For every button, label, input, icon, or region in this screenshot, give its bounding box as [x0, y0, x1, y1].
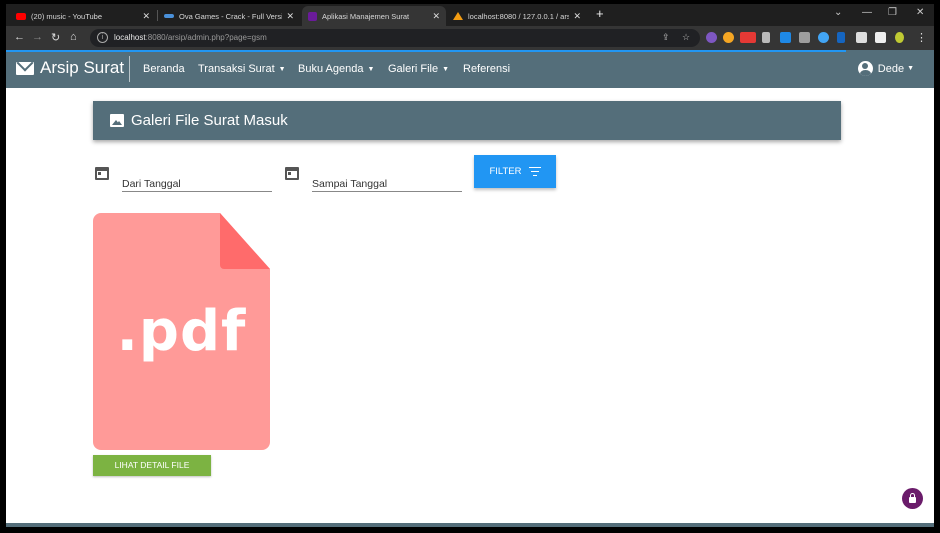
brand[interactable]: Arsip Surat — [16, 58, 124, 78]
extension-icon[interactable] — [740, 32, 756, 43]
close-tab-icon[interactable]: ✕ — [573, 11, 581, 22]
page-title: Galeri File Surat Masuk — [131, 112, 288, 129]
tab-title: (20) music - YouTube — [31, 11, 103, 21]
brand-divider — [129, 56, 130, 82]
caret-down-icon: ▼ — [442, 66, 450, 73]
user-menu[interactable]: Dede ▼ — [857, 61, 914, 76]
tab-title: Aplikasi Manajemen Surat — [322, 11, 410, 21]
kebab-menu-icon[interactable]: ⋮ — [916, 31, 927, 44]
phpmyadmin-icon — [453, 12, 463, 20]
extension-icon[interactable] — [780, 32, 791, 43]
caret-down-icon: ▼ — [907, 65, 914, 72]
minimize-button[interactable]: — — [862, 7, 872, 18]
floating-lock-button[interactable] — [902, 488, 923, 509]
pdf-page-fold — [220, 213, 270, 269]
share-icon[interactable]: ⇪ — [662, 32, 670, 43]
file-extension-label: .pdf — [116, 299, 247, 364]
url-text[interactable]: localhost:8080/arsip/admin.php?page=gsm — [114, 33, 267, 42]
address-bar[interactable]: i localhost:8080/arsip/admin.php?page=gs… — [90, 29, 700, 47]
tab-youtube[interactable]: (20) music - YouTube ✕ — [10, 6, 156, 26]
calendar-icon — [285, 167, 299, 180]
address-toolbar: ← → ↻ ⌂ i localhost:8080/arsip/admin.php… — [6, 26, 934, 50]
filter-label: FILTER — [489, 166, 522, 177]
close-window-button[interactable]: ✕ — [916, 7, 924, 18]
filter-button[interactable]: FILTER — [474, 155, 556, 188]
new-tab-button[interactable]: + — [596, 6, 604, 21]
extension-icon[interactable] — [706, 32, 717, 43]
image-icon — [110, 114, 124, 127]
menu-transaksi-surat[interactable]: Transaksi Surat ▼ — [198, 63, 286, 75]
footer-bar — [6, 523, 934, 527]
shield-extension-icon[interactable] — [837, 32, 845, 43]
app-favicon-icon — [308, 11, 317, 21]
close-tab-icon[interactable]: ✕ — [432, 11, 440, 22]
sidepanel-icon[interactable] — [875, 32, 886, 43]
extension-icon[interactable] — [799, 32, 810, 43]
reload-icon[interactable]: ↻ — [51, 31, 60, 44]
account-circle-icon — [857, 61, 873, 76]
lock-icon — [909, 493, 916, 503]
loading-progress-line — [6, 50, 846, 52]
menu-beranda[interactable]: Beranda — [143, 63, 185, 75]
menu-referensi[interactable]: Referensi — [463, 63, 510, 75]
tab-phpmyadmin[interactable]: localhost:8080 / 127.0.0.1 / arsip ✕ — [447, 6, 587, 26]
page-header: Galeri File Surat Masuk — [93, 101, 841, 140]
tab-strip: (20) music - YouTube ✕ Ova Games - Crack… — [6, 4, 934, 26]
back-arrow-icon[interactable]: ← — [14, 31, 25, 43]
tab-aplikasi-manajemen-surat[interactable]: Aplikasi Manajemen Surat ✕ — [302, 6, 446, 26]
ova-games-icon — [164, 14, 174, 18]
bookmark-star-icon[interactable]: ☆ — [682, 32, 690, 43]
from-date-field — [95, 164, 272, 192]
from-date-input[interactable] — [122, 172, 272, 192]
close-tab-icon[interactable]: ✕ — [142, 11, 150, 22]
youtube-icon — [16, 12, 26, 20]
to-date-field — [285, 164, 462, 192]
forward-arrow-icon[interactable]: → — [32, 31, 43, 43]
link-extension-icon[interactable] — [818, 32, 829, 43]
home-icon[interactable]: ⌂ — [70, 31, 77, 43]
profile-icon[interactable] — [895, 32, 904, 43]
filter-icon — [528, 166, 541, 178]
tab-title: Ova Games - Crack - Full Version — [179, 11, 283, 21]
puzzle-icon[interactable] — [856, 32, 867, 43]
extension-icon[interactable] — [762, 32, 770, 43]
tab-title: localhost:8080 / 127.0.0.1 / arsip — [468, 11, 570, 21]
menu-label: Transaksi Surat — [198, 63, 275, 75]
pdf-file-icon[interactable]: .pdf — [93, 213, 270, 450]
mail-icon — [16, 61, 34, 75]
menu-galeri-file[interactable]: Galeri File ▼ — [388, 63, 449, 75]
user-name: Dede — [877, 62, 905, 75]
caret-down-icon: ▼ — [278, 66, 286, 73]
close-tab-icon[interactable]: ✕ — [286, 11, 294, 22]
brand-title: Arsip Surat — [40, 58, 125, 77]
tab-ova-games[interactable]: Ova Games - Crack - Full Version ✕ — [158, 6, 300, 26]
app-navbar: Arsip Surat Beranda Transaksi Surat ▼ Buk… — [6, 50, 934, 88]
caret-down-icon: ▼ — [367, 66, 375, 73]
menu-label: Galeri File — [388, 63, 439, 75]
browser-window: (20) music - YouTube ✕ Ova Games - Crack… — [6, 4, 934, 527]
site-info-icon[interactable]: i — [97, 32, 108, 43]
menu-label: Buku Agenda — [298, 63, 364, 75]
menu-buku-agenda[interactable]: Buku Agenda ▼ — [298, 63, 374, 75]
to-date-input[interactable] — [312, 172, 462, 192]
tab-search-icon[interactable]: ⌄ — [834, 7, 842, 18]
calendar-icon — [95, 167, 109, 180]
view-file-detail-button[interactable]: LIHAT DETAIL FILE — [93, 455, 211, 476]
extension-icon[interactable] — [723, 32, 734, 43]
restore-button[interactable]: ❐ — [888, 7, 897, 18]
